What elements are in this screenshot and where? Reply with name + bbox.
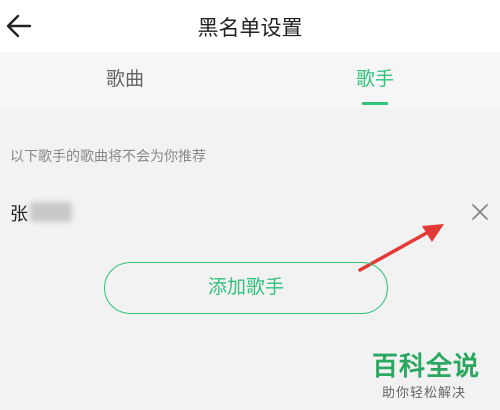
active-tab-indicator [362,102,388,105]
close-icon [472,204,488,220]
tab-singers[interactable]: 歌手 [250,52,500,108]
page-title: 黑名单设置 [197,16,303,40]
app-header: 黑名单设置 [0,0,500,52]
watermark-logo: 百科全说 助你轻松解决 [370,344,494,404]
hint-text: 以下歌手的歌曲将不会为你推荐 [10,149,206,165]
singer-name: 张 [10,204,28,225]
tab-songs[interactable]: 歌曲 [0,52,250,108]
remove-singer-button[interactable] [466,198,494,226]
watermark-title: 百科全说 [372,352,481,382]
add-singer-button[interactable]: 添加歌手 [104,262,388,314]
blurred-name-mask [30,202,72,222]
tab-bar: 歌曲 歌手 [0,52,500,108]
watermark-subtitle: 助你轻松解决 [382,386,467,401]
